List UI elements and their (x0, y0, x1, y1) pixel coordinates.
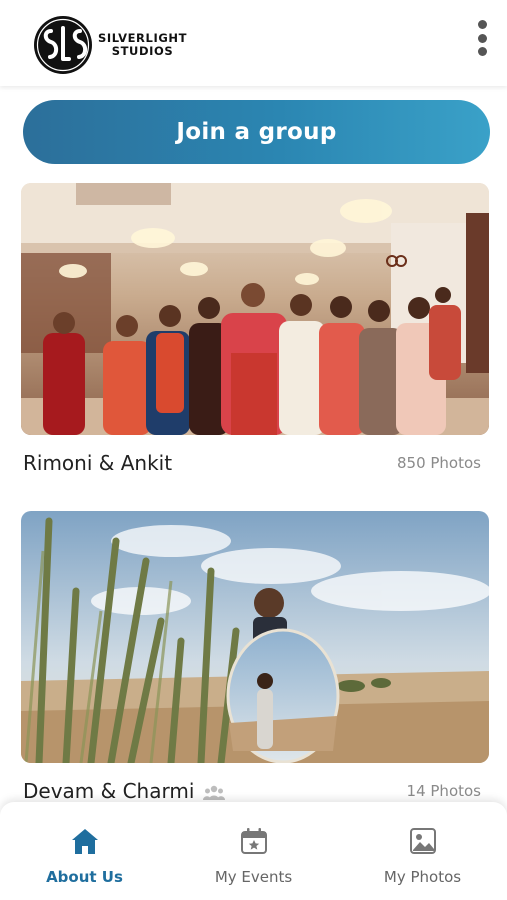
sls-monogram-logo (34, 16, 92, 74)
brand-wordmark: SILVERLIGHT STUDIOS (98, 32, 187, 58)
photo-count: 850 Photos (396, 454, 481, 472)
desert-couple-photo[interactable] (21, 511, 489, 763)
nav-item-about-us[interactable]: About Us (0, 802, 169, 900)
group-people-icon (202, 785, 225, 800)
brand-logo[interactable]: SILVERLIGHT STUDIOS (32, 14, 187, 76)
kebab-dot (477, 33, 487, 43)
kebab-dot (477, 20, 487, 29)
event-title: Devam & Charmi (23, 779, 225, 802)
kebab-menu-icon[interactable] (475, 18, 489, 58)
events-feed[interactable]: Join a group Rimoni & Ankit 850 Photos D… (0, 86, 507, 802)
calendar-star-icon (240, 828, 267, 854)
event-card[interactable]: Rimoni & Ankit 850 Photos (21, 183, 489, 475)
event-title: Rimoni & Ankit (23, 451, 173, 475)
nav-item-my-photos[interactable]: My Photos (338, 802, 507, 900)
gallery-icon (409, 828, 436, 854)
brand-line-2: STUDIOS (111, 44, 174, 58)
nav-item-my-events[interactable]: My Events (169, 802, 338, 900)
join-group-button[interactable]: Join a group (23, 100, 490, 164)
home-icon (71, 829, 98, 854)
event-card[interactable]: Devam & Charmi 14 Photos (21, 511, 489, 802)
nav-label: My Events (214, 868, 293, 886)
nav-label: About Us (46, 868, 123, 886)
nav-label: My Photos (383, 868, 462, 886)
wedding-group-photo[interactable] (21, 183, 489, 435)
kebab-dot (477, 47, 487, 56)
top-app-bar: SILVERLIGHT STUDIOS (0, 0, 507, 86)
bottom-navigation: About Us My Events My Photos (0, 802, 507, 900)
app-root: SILVERLIGHT STUDIOS Join a group Rimoni … (0, 0, 507, 900)
photo-count: 14 Photos (406, 782, 481, 800)
event-title-text: Devam & Charmi (23, 779, 195, 802)
